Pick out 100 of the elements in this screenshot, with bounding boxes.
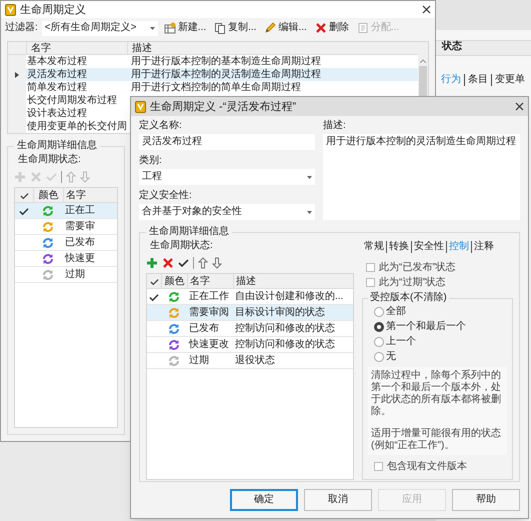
radio-label: 上一个 [386, 336, 416, 348]
checkbox-label: 此为“已发布”状态 [379, 262, 456, 274]
field-label: 生命周期状态: [17, 154, 82, 166]
table-row[interactable]: 过期 退役状态 [147, 353, 353, 369]
table-row[interactable]: 快速更 [15, 251, 117, 267]
table-cell-text: 控制访问和修改的状态 [234, 322, 336, 336]
arrow-up-icon [66, 171, 76, 183]
tab[interactable]: 安全性 [411, 241, 446, 253]
table-row[interactable]: 快速更改 控制访问和修改的状态 [147, 337, 353, 353]
check-button[interactable] [178, 258, 189, 268]
pencil-icon [264, 22, 276, 34]
add-button[interactable] [146, 257, 158, 269]
delete-button[interactable]: 删除 [312, 22, 351, 34]
field-label: 描述: [323, 120, 347, 132]
checkbox-label: 此为“过期”状态 [379, 276, 446, 288]
radio-button[interactable] [374, 322, 384, 332]
dialog-button[interactable]: 帮助 [452, 489, 520, 511]
table-add-icon [164, 22, 176, 34]
radio-button[interactable] [374, 336, 384, 346]
add-icon [146, 257, 158, 269]
help-text: 适用于增量可能很有用的状态(例如“正在工作”)。 [371, 428, 502, 452]
check-icon [178, 258, 189, 268]
dialog-button[interactable]: 取消 [304, 489, 372, 511]
table-cell-text: 设计表达过程 [26, 107, 88, 120]
table-cell-text: 退役状态 [234, 354, 276, 368]
close-icon[interactable] [515, 102, 524, 111]
check-icon [46, 172, 57, 182]
field-label: 类别: [139, 155, 163, 167]
table-row[interactable]: 需要审 [15, 219, 117, 235]
table-cell-text: 简单发布过程 [26, 81, 88, 94]
radio-label: 第一个和最后一个 [386, 320, 466, 332]
new-button[interactable]: 新建... [162, 22, 208, 34]
close-icon[interactable] [422, 5, 431, 14]
row-pointer-icon [15, 72, 19, 78]
radio-button[interactable] [374, 306, 384, 316]
help-text: 清除过程中，除每个系列中的第一个和最后一个版本外，处于此状态的所有版本都将被删除。 [371, 370, 502, 418]
table-row[interactable]: 灵活发布过程 用于进行版本控制的灵活制造生命周期过程 [8, 68, 418, 81]
text-area[interactable]: 用于进行版本控制的灵活制造生命周期过程 [323, 134, 520, 220]
table-cell-text: 快速更 [64, 252, 96, 266]
edit-button[interactable]: 编辑... [262, 22, 309, 34]
scroll-up-icon[interactable] [420, 59, 426, 63]
field-label: 生命周期状态: [149, 240, 214, 252]
group-title: 受控版本(不清除) [369, 292, 448, 304]
checkbox[interactable] [366, 278, 375, 287]
copy-icon [214, 22, 226, 34]
delete-icon [30, 171, 42, 183]
copy-button[interactable]: 复制... [212, 22, 258, 34]
tab[interactable]: 控制 [446, 241, 471, 253]
table-row[interactable]: 正在工作 自由设计创建和修改的... [147, 289, 353, 305]
caret-icon [150, 26, 155, 30]
move-down-button[interactable] [212, 257, 222, 269]
table-row[interactable]: 已发布 [15, 235, 117, 251]
table-cell-text: 过期 [188, 354, 210, 368]
tab[interactable]: 常规 [362, 241, 386, 253]
table-cell-text: 用于进行文档控制的简单生命周期过程 [130, 81, 302, 94]
dropdown[interactable]: 工程 [139, 169, 315, 185]
table-cell-text: 目标设计审阅的状态 [234, 306, 326, 320]
group-title: 生命周期详细信息 [148, 226, 230, 238]
input-field[interactable]: 灵活发布过程 [139, 134, 315, 150]
table-cell-text: 长交付周期发布过程 [26, 94, 118, 107]
table-row[interactable]: 正在工 [15, 203, 117, 219]
table-cell-text: 正在工 [64, 204, 96, 218]
radio-button[interactable] [374, 352, 384, 362]
delete-icon [314, 22, 327, 34]
filter-label: 过滤器: [5, 22, 38, 34]
table-cell: 使用变更单的长交付周 [26, 120, 127, 133]
table-cell-text: 快速更改 [188, 338, 230, 352]
field-label: 定义安全性: [139, 190, 193, 202]
group-title: 生命周期详细信息 [16, 140, 98, 152]
tab[interactable]: 转换 [386, 241, 411, 253]
table-cell-text: 正在工作 [188, 290, 230, 304]
move-up-button[interactable] [198, 257, 208, 269]
table-cell-text: 基本发布过程 [26, 55, 88, 68]
checkbox[interactable] [374, 462, 383, 471]
dialog-title: 生命周期定义 -“灵活发布过程” [150, 100, 296, 112]
filter-dropdown[interactable]: <所有生命周期定义> [42, 20, 158, 36]
table-cell-text: 需要审阅 [188, 306, 230, 320]
table-row[interactable]: 已发布 控制访问和修改的状态 [147, 321, 353, 337]
dialog-button[interactable]: 确定 [230, 489, 298, 511]
table-cell-text: 自由设计创建和修改的... [234, 290, 344, 304]
table-cell-text: 过期 [64, 268, 86, 282]
table-row[interactable]: 使用变更单的长交付周 [8, 120, 127, 133]
arrow-up-icon [198, 257, 208, 269]
tab[interactable]: 条目 [464, 74, 491, 86]
checkbox[interactable] [366, 263, 375, 272]
table-cell-text: 已发布 [188, 322, 220, 336]
table-row[interactable]: 需要审阅 目标设计审阅的状态 [147, 305, 353, 321]
table-row[interactable]: 过期 [15, 267, 117, 283]
dropdown[interactable]: 合并基于对象的安全性 [139, 204, 315, 220]
radio-label: 全部 [386, 306, 406, 318]
arrow-down-icon [212, 257, 222, 269]
table-cell-text: 需要审 [64, 220, 96, 234]
tab[interactable]: 注释 [471, 241, 496, 253]
delete-button[interactable] [162, 257, 174, 269]
check-icon [150, 278, 158, 286]
document-icon [356, 22, 369, 34]
tab[interactable]: 行为 [438, 74, 464, 86]
tab[interactable]: 变更单 [491, 74, 528, 86]
checkbox-label: 包含现有文件版本 [387, 460, 467, 472]
arrow-down-icon [80, 171, 90, 183]
